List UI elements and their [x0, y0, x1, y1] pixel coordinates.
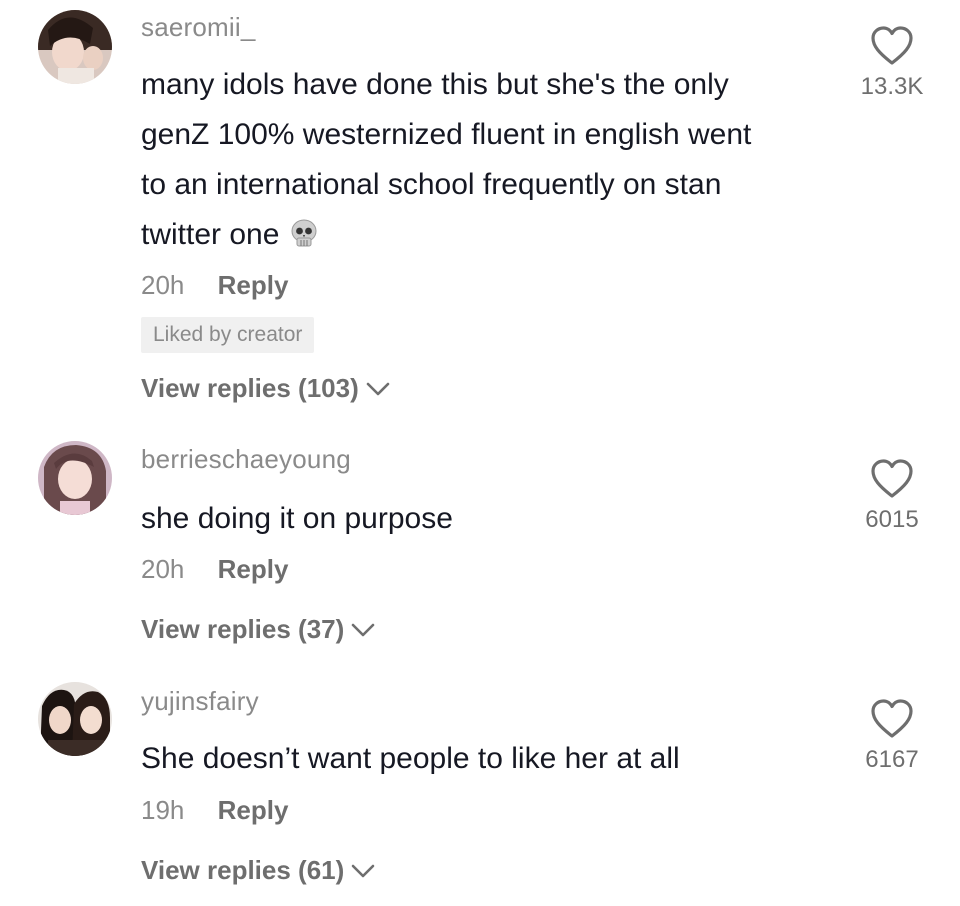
timestamp: 20h	[141, 270, 185, 300]
username[interactable]: yujinsfairy	[141, 686, 259, 717]
comment-line: she doing it on purpose	[141, 502, 453, 535]
comment-text: She doesn’t want people to like her at a…	[141, 734, 841, 784]
reply-button[interactable]: Reply	[218, 554, 289, 584]
view-replies-button[interactable]: View replies (37)	[141, 614, 376, 645]
avatar-image	[38, 682, 112, 756]
skull-icon	[289, 214, 319, 264]
view-replies-label: View replies (37)	[141, 614, 345, 644]
chevron-down-icon	[351, 623, 375, 636]
comment-line: She doesn’t want people to like her at a…	[141, 742, 680, 775]
avatar[interactable]	[38, 10, 112, 84]
username[interactable]: saeromii_	[141, 12, 256, 43]
like-button[interactable]: 6015	[852, 458, 932, 534]
comment-line: to an international school frequently on…	[141, 168, 722, 201]
like-button[interactable]: 6167	[852, 698, 932, 774]
liked-by-creator-badge: Liked by creator	[141, 317, 315, 353]
heart-outline-icon	[871, 459, 913, 498]
heart-outline-icon	[871, 699, 913, 738]
view-replies-button[interactable]: View replies (103)	[141, 373, 391, 404]
like-count: 6015	[865, 506, 919, 533]
like-count: 6167	[865, 746, 919, 773]
avatar-image	[38, 441, 112, 515]
timestamp: 19h	[141, 795, 185, 825]
chevron-down-icon	[351, 864, 375, 877]
avatar-image	[38, 10, 112, 84]
comment-line-text: twitter one	[141, 218, 280, 251]
reply-button[interactable]: Reply	[218, 795, 289, 825]
comment-meta: 19h Reply	[141, 795, 288, 826]
view-replies-label: View replies (103)	[141, 373, 359, 403]
comment-line: genZ 100% westernized fluent in english …	[141, 118, 752, 151]
view-replies-label: View replies (61)	[141, 855, 345, 885]
username[interactable]: berrieschaeyoung	[141, 444, 351, 475]
comment-line: twitter one	[141, 210, 841, 264]
chevron-down-icon	[366, 382, 390, 395]
comment-text: she doing it on purpose	[141, 494, 841, 544]
comment-item: saeromii_ many idols have done this but …	[0, 0, 960, 420]
avatar[interactable]	[38, 682, 112, 756]
avatar[interactable]	[38, 441, 112, 515]
heart-outline-icon	[871, 26, 913, 65]
comment-text: many idols have done this but she's the …	[141, 60, 841, 264]
reply-button[interactable]: Reply	[218, 270, 289, 300]
view-replies-button[interactable]: View replies (61)	[141, 855, 376, 886]
comment-meta: 20h Reply	[141, 554, 288, 585]
comment-line: many idols have done this but she's the …	[141, 68, 729, 101]
like-count: 13.3K	[860, 73, 924, 100]
like-button[interactable]: 13.3K	[852, 25, 932, 101]
comment-meta: 20h Reply	[141, 270, 288, 301]
timestamp: 20h	[141, 554, 185, 584]
